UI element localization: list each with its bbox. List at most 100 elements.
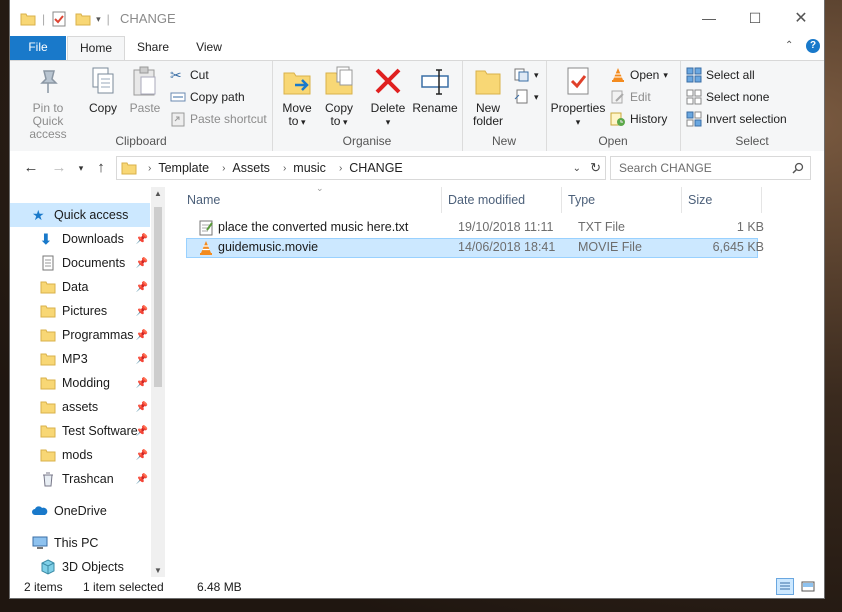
folder-icon[interactable] xyxy=(20,11,36,27)
nav-item-assets[interactable]: assets 📌 xyxy=(10,395,150,419)
breadcrumb-separator: › xyxy=(222,162,226,174)
copy-button[interactable]: Copy xyxy=(86,65,120,115)
nav-item-modding[interactable]: Modding 📌 xyxy=(10,371,150,395)
details-view-icon[interactable] xyxy=(776,578,794,595)
minimize-button[interactable]: — xyxy=(686,0,732,36)
nav-item-documents[interactable]: Documents 📌 xyxy=(10,251,150,275)
customize-qat-dropdown[interactable]: ▾ xyxy=(96,14,101,25)
folder-icon xyxy=(40,305,56,318)
nav-item-downloads[interactable]: ⬇ Downloads 📌 xyxy=(10,227,150,251)
pin-icon: 📌 xyxy=(135,305,148,317)
copy-to-button[interactable]: Copy to ▾ xyxy=(320,65,358,129)
pin-to-quick-access-button[interactable]: Pin to Quick access xyxy=(16,65,80,141)
close-button[interactable]: ✕ xyxy=(778,0,824,36)
maximize-button[interactable]: ☐ xyxy=(732,0,778,36)
new-item-button[interactable]: ▾ xyxy=(514,65,539,85)
delete-button[interactable]: Delete ▾ xyxy=(368,65,408,129)
large-icons-view-icon[interactable] xyxy=(800,579,816,594)
breadcrumb-music[interactable]: music xyxy=(293,161,326,175)
select-all-button[interactable]: Select all xyxy=(686,65,755,85)
open-label: Open xyxy=(630,68,660,82)
scroll-up-arrow-icon[interactable]: ▲ xyxy=(154,189,162,198)
select-none-button[interactable]: Select none xyxy=(686,87,769,107)
paste-button[interactable]: Paste xyxy=(126,65,164,115)
column-header-size[interactable]: Size xyxy=(682,187,762,213)
column-header-date[interactable]: Date modified xyxy=(442,187,562,213)
nav-scrollbar[interactable]: ▲ ▼ xyxy=(151,187,165,577)
invert-selection-button[interactable]: Invert selection xyxy=(686,109,787,129)
move-label: Move xyxy=(282,101,312,115)
pin-icon: 📌 xyxy=(135,473,148,485)
paste-shortcut-button[interactable]: Paste shortcut xyxy=(170,109,267,129)
cut-button[interactable]: ✂ Cut xyxy=(170,65,209,85)
nav-item-programmas[interactable]: Programmas 📌 xyxy=(10,323,150,347)
file-row-txt[interactable]: place the converted music here.txt 19/10… xyxy=(186,218,764,238)
copy-icon xyxy=(92,67,114,94)
back-arrow-icon[interactable]: ← xyxy=(22,159,40,177)
nav-item-data[interactable]: Data 📌 xyxy=(10,275,150,299)
properties-check-icon[interactable] xyxy=(51,11,67,27)
nav-item-label: Test Software xyxy=(62,424,138,438)
text-file-icon xyxy=(199,220,213,236)
scroll-down-arrow-icon[interactable]: ▼ xyxy=(154,566,162,575)
computer-icon xyxy=(32,536,48,549)
nav-quick-access[interactable]: ★ Quick access xyxy=(10,203,150,227)
edit-pencil-icon xyxy=(611,90,624,104)
organise-group-label: Organise xyxy=(342,134,392,148)
easy-access-button[interactable]: ▾ xyxy=(514,87,539,107)
move-to-label: to xyxy=(288,114,299,128)
address-dropdown-chevron-icon[interactable]: ⌄ xyxy=(573,163,581,174)
nav-onedrive[interactable]: OneDrive xyxy=(10,499,150,523)
breadcrumb-template[interactable]: Template xyxy=(158,161,209,175)
cube-3d-icon xyxy=(41,559,55,575)
search-input[interactable]: Search CHANGE xyxy=(619,161,712,175)
select-group-label: Select xyxy=(735,134,769,148)
file-row-movie[interactable]: guidemusic.movie 14/06/2018 18:41 MOVIE … xyxy=(186,238,764,258)
help-icon[interactable]: ? xyxy=(806,39,820,53)
nav-scrollbar-thumb[interactable] xyxy=(154,207,162,387)
nav-item-mp3[interactable]: MP3 📌 xyxy=(10,347,150,371)
breadcrumb-assets[interactable]: Assets xyxy=(232,161,270,175)
open-button[interactable]: Open ▾ xyxy=(610,65,668,85)
file-name: guidemusic.movie xyxy=(218,240,319,254)
column-header-type[interactable]: Type xyxy=(562,187,682,213)
search-icon[interactable] xyxy=(792,162,804,174)
file-name: place the converted music here.txt xyxy=(218,220,409,234)
search-box[interactable]: Search CHANGE xyxy=(610,156,811,180)
copy-to-label-2: to xyxy=(330,114,341,128)
new-folder-button[interactable]: New folder xyxy=(468,65,508,128)
move-to-button[interactable]: Move to ▾ xyxy=(278,65,316,129)
breadcrumb-change[interactable]: CHANGE xyxy=(349,161,402,175)
nav-3d-objects[interactable]: 3D Objects xyxy=(10,555,150,579)
refresh-icon[interactable]: ↻ xyxy=(590,160,601,176)
copy-path-button[interactable]: Copy path xyxy=(170,87,245,107)
nav-item-pictures[interactable]: Pictures 📌 xyxy=(10,299,150,323)
status-bar: 2 items 1 item selected 6.48 MB xyxy=(10,577,824,598)
nav-item-mods[interactable]: mods 📌 xyxy=(10,443,150,467)
recent-locations-chevron-icon[interactable]: ▾ xyxy=(72,159,90,177)
nav-quick-access-label: Quick access xyxy=(54,208,129,222)
column-header-name[interactable]: Name xyxy=(181,187,442,213)
tab-home[interactable]: Home xyxy=(67,36,125,62)
nav-this-pc[interactable]: This PC xyxy=(10,531,150,555)
recycle-bin-icon xyxy=(43,472,53,487)
nav-item-label: assets xyxy=(62,400,99,414)
nav-item-trashcan[interactable]: Trashcan 📌 xyxy=(10,467,150,491)
tab-view[interactable]: View xyxy=(186,36,232,60)
history-icon xyxy=(610,112,625,126)
nav-3d-objects-label: 3D Objects xyxy=(62,560,124,574)
properties-button[interactable]: Properties ▾ xyxy=(550,65,606,129)
ribbon-collapse-chevron-icon[interactable]: ⌃ xyxy=(785,40,793,51)
tab-file[interactable]: File xyxy=(10,36,66,60)
address-bar[interactable]: › Template › Assets › music › CHANGE ⌄ ↻ xyxy=(116,156,606,180)
rename-button[interactable]: Rename xyxy=(412,65,458,115)
edit-button[interactable]: Edit xyxy=(610,87,651,107)
forward-arrow-icon[interactable]: → xyxy=(50,159,68,177)
pin-icon: 📌 xyxy=(135,329,148,341)
tab-share[interactable]: Share xyxy=(128,36,178,60)
nav-item-test-software[interactable]: Test Software 📌 xyxy=(10,419,150,443)
invert-selection-label: Invert selection xyxy=(706,112,787,126)
history-button[interactable]: History xyxy=(610,109,667,129)
up-arrow-icon[interactable]: ↑ xyxy=(92,159,110,177)
new-folder-icon[interactable] xyxy=(75,11,91,27)
